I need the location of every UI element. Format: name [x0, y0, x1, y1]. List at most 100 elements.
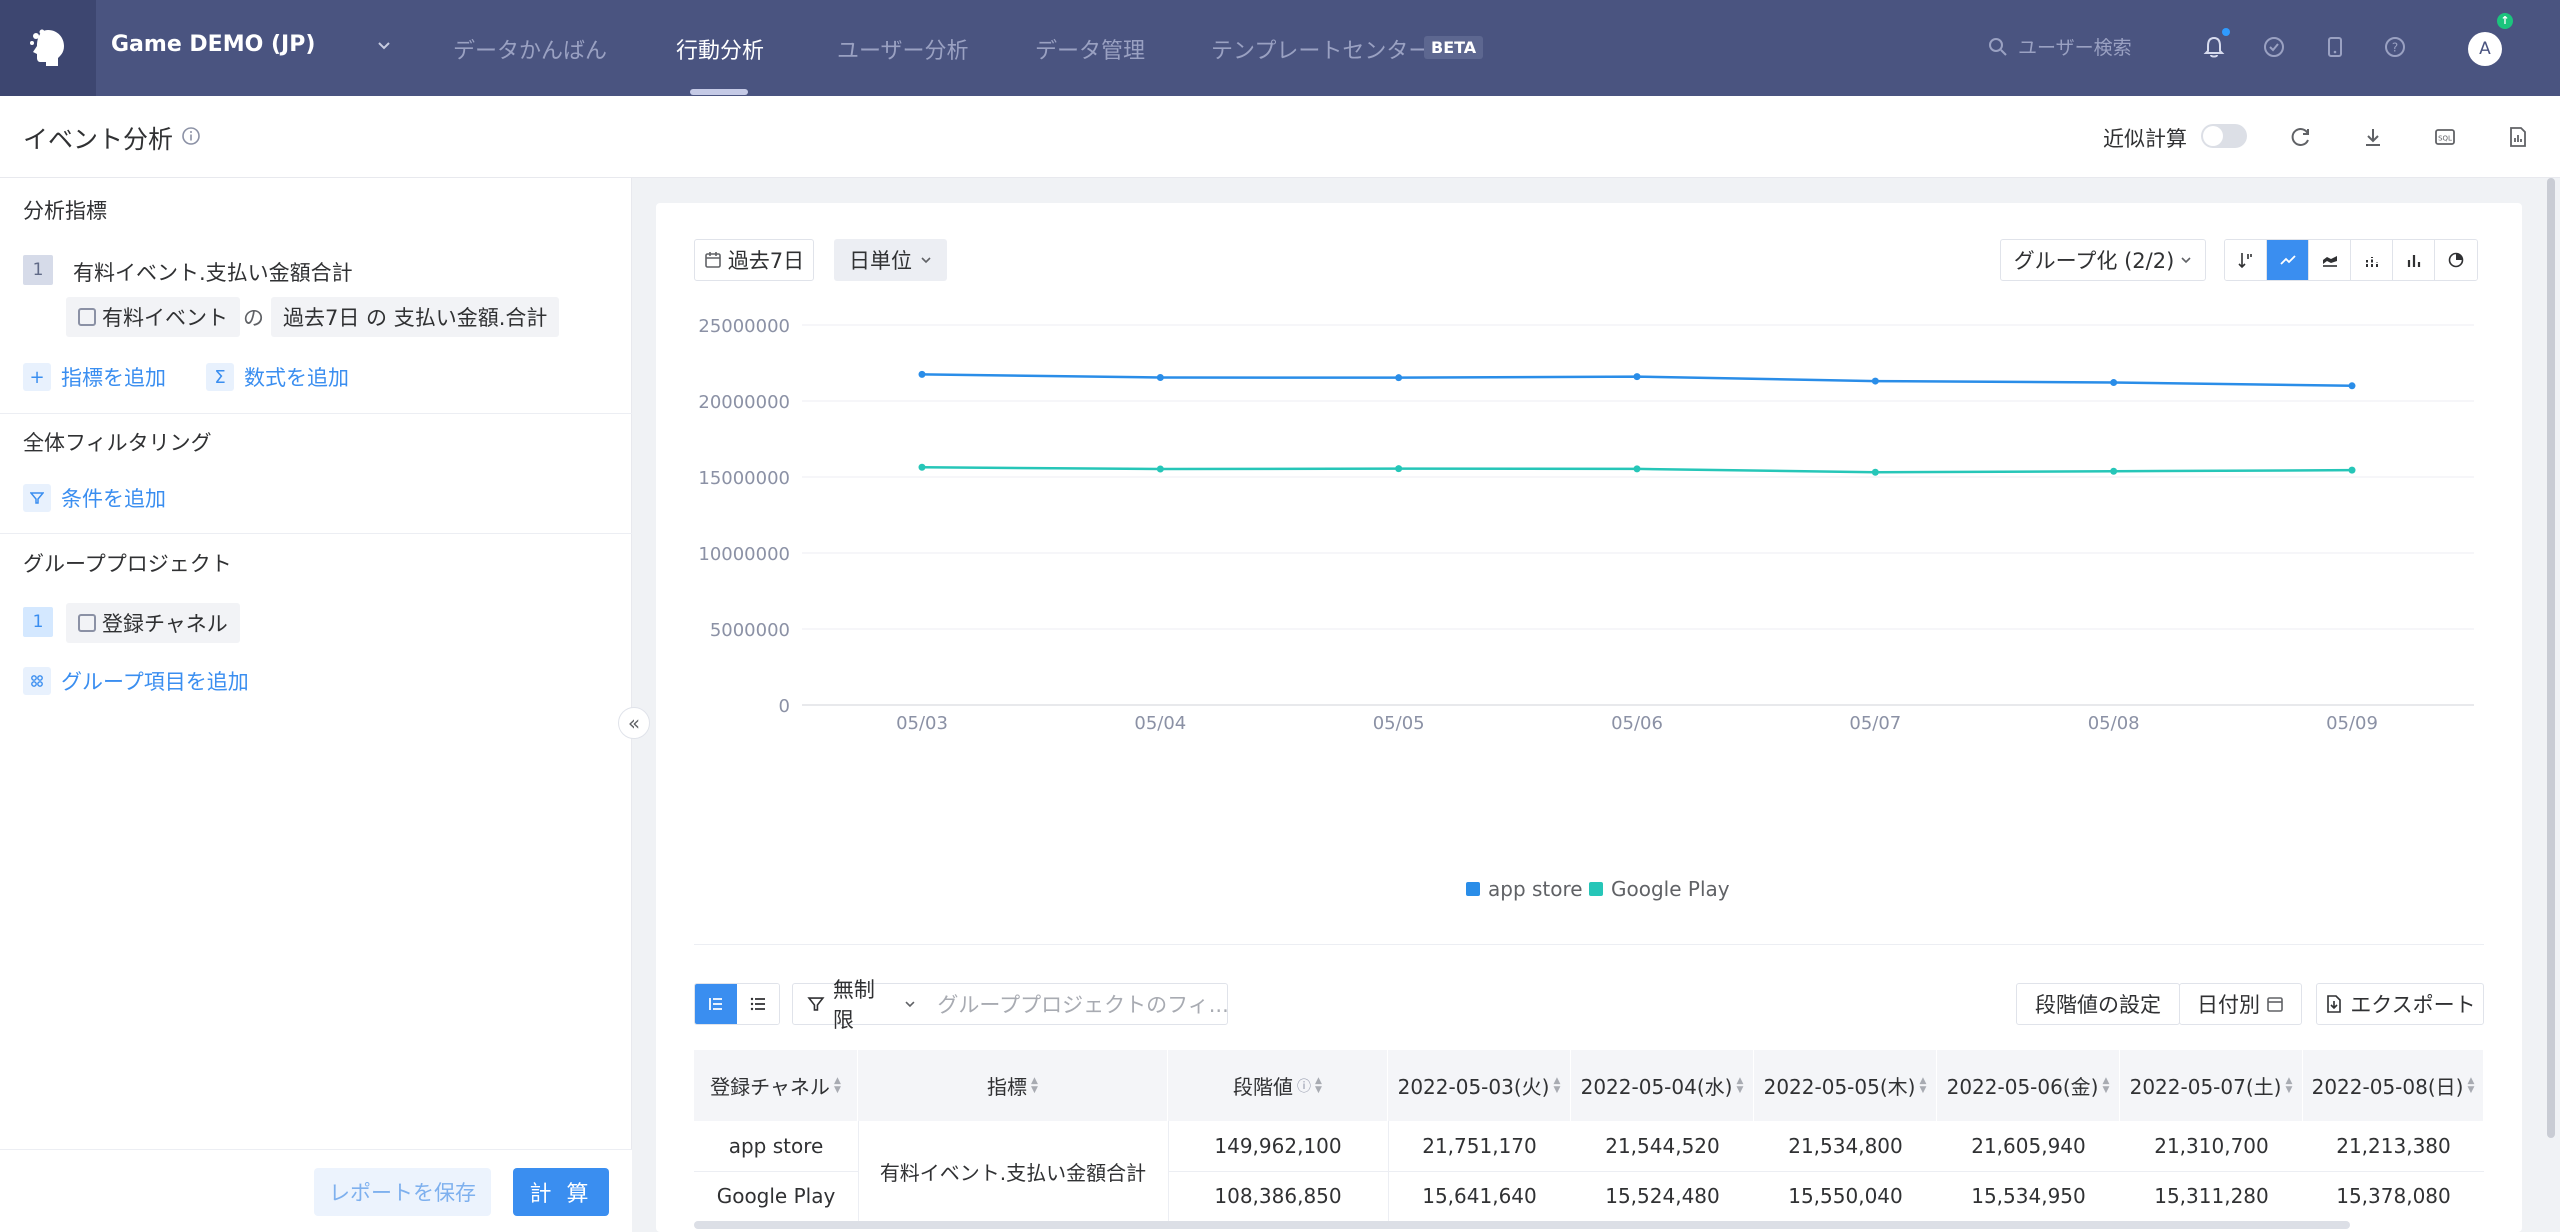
- mobile-icon[interactable]: [2322, 34, 2348, 60]
- column-header-metric[interactable]: 指標 ▲ ▼: [858, 1050, 1168, 1121]
- export-button[interactable]: エクスポート: [2316, 983, 2484, 1025]
- nav-item-behavior-analysis[interactable]: 行動分析: [676, 33, 764, 65]
- add-group-button[interactable]: グループ項目を追加: [23, 666, 249, 696]
- chevron-down-icon[interactable]: [376, 34, 392, 58]
- pie-chart-icon[interactable]: [2435, 240, 2477, 280]
- add-formula-label: 数式を追加: [244, 366, 349, 390]
- search-icon: [1989, 37, 2007, 56]
- page-title: イベント分析: [23, 125, 174, 154]
- y-tick-label: 10000000: [698, 544, 790, 565]
- page-header: イベント分析 近似計算 SQL: [0, 96, 2560, 178]
- data-point: [1156, 465, 1164, 473]
- save-report-button[interactable]: レポートを保存: [314, 1168, 491, 1216]
- group-by-select[interactable]: グループ化 (2/2): [2000, 239, 2206, 281]
- nav-item-data-management[interactable]: データ管理: [1035, 33, 1145, 65]
- app-logo[interactable]: [0, 0, 96, 96]
- event-chip[interactable]: 有料イベント: [66, 297, 240, 337]
- collapse-panel-button[interactable]: «: [618, 707, 650, 739]
- legend-app-store[interactable]: app store: [1466, 877, 1583, 901]
- info-icon[interactable]: [181, 126, 201, 151]
- divider: [694, 944, 2484, 945]
- filter-section-title: 全体フィルタリング: [23, 431, 212, 455]
- export-label: エクスポート: [2350, 993, 2476, 1017]
- group-section-title: グループプロジェクト: [23, 552, 232, 576]
- active-nav-indicator: [690, 89, 748, 95]
- data-point: [2110, 467, 2118, 475]
- horizontal-scrollbar[interactable]: [694, 1221, 2350, 1229]
- help-icon[interactable]: ?: [2382, 34, 2408, 60]
- calculate-button[interactable]: 計 算: [513, 1168, 609, 1216]
- data-point: [1395, 374, 1403, 382]
- metric-name[interactable]: 有料イベント.支払い金額合計: [73, 257, 353, 287]
- nav-item-template-center[interactable]: テンプレートセンター: [1211, 33, 1430, 65]
- project-name[interactable]: Game DEMO (JP): [111, 32, 315, 57]
- add-metric-button[interactable]: + 指標を追加: [23, 362, 166, 392]
- plus-icon: +: [23, 363, 51, 391]
- add-formula-button[interactable]: Σ 数式を追加: [206, 362, 349, 392]
- data-point: [2348, 466, 2356, 474]
- nav-item-dashboard[interactable]: データかんばん: [453, 33, 607, 65]
- group-filter-input[interactable]: グループプロジェクトのフィ...: [937, 989, 1227, 1019]
- column-header-channel[interactable]: 登録チャネル ▲ ▼: [694, 1050, 858, 1121]
- data-point: [2110, 379, 2118, 387]
- date-range-button[interactable]: 過去7日: [694, 239, 814, 281]
- report-icon[interactable]: [2503, 122, 2533, 152]
- chevron-down-icon: [2181, 257, 2191, 264]
- legend-google-play[interactable]: Google Play: [1589, 877, 1730, 901]
- data-point: [1871, 468, 1879, 476]
- refresh-icon[interactable]: [2286, 122, 2316, 152]
- cell-value: 21,751,170: [1422, 1134, 1537, 1158]
- line-chart-icon[interactable]: [2267, 240, 2309, 280]
- group-chip-label: 登録チャネル: [102, 612, 228, 636]
- calendar-icon: [2267, 997, 2283, 1012]
- date-range-label: 過去7日: [727, 249, 805, 273]
- column-header-date[interactable]: 2022-05-08(日) ▲ ▼: [2303, 1050, 2484, 1121]
- bar-chart-icon[interactable]: [2393, 240, 2435, 280]
- list-view-icon[interactable]: [737, 984, 779, 1024]
- download-icon[interactable]: [2358, 122, 2388, 152]
- group-filter[interactable]: 無制限 グループプロジェクトのフィ...: [792, 978, 1228, 1032]
- y-tick-label: 25000000: [698, 316, 790, 337]
- legend-label: Google Play: [1611, 877, 1730, 901]
- column-header-date[interactable]: 2022-05-05(木) ▲ ▼: [1754, 1050, 1937, 1121]
- column-header-date[interactable]: 2022-05-06(金) ▲ ▼: [1937, 1050, 2120, 1121]
- add-condition-button[interactable]: 条件を追加: [23, 483, 166, 513]
- vertical-scrollbar[interactable]: [2547, 178, 2555, 1138]
- nav-item-user-analysis[interactable]: ユーザー分析: [837, 33, 969, 65]
- add-group-label: グループ項目を追加: [61, 670, 249, 694]
- x-tick-label: 05/06: [1611, 713, 1663, 734]
- check-circle-icon[interactable]: [2261, 34, 2287, 60]
- sort-icon[interactable]: [2225, 240, 2267, 280]
- x-tick-label: 05/05: [1373, 713, 1425, 734]
- approx-calc-label: 近似計算: [2103, 127, 2187, 151]
- of-connector: の: [243, 306, 264, 330]
- area-chart-icon[interactable]: [2309, 240, 2351, 280]
- user-search[interactable]: ユーザー検索: [1988, 33, 2132, 60]
- column-header-date[interactable]: 2022-05-03(火) ▲ ▼: [1388, 1050, 1571, 1121]
- avatar[interactable]: A: [2468, 32, 2502, 66]
- merged-view-icon[interactable]: [695, 984, 737, 1024]
- data-point: [918, 370, 926, 378]
- stage-setting-button[interactable]: 段階値の設定: [2016, 983, 2180, 1025]
- property-icon: [78, 614, 96, 632]
- sql-icon[interactable]: SQL: [2430, 122, 2460, 152]
- analysis-card: 過去7日 日単位 グループ化 (2/2) 25000000 20000000 150…: [656, 203, 2522, 1232]
- event-icon: [78, 308, 96, 326]
- granularity-select[interactable]: 日単位: [834, 239, 947, 281]
- column-header-stage[interactable]: 段階値 ⓘ ▲ ▼: [1168, 1050, 1388, 1121]
- column-header-date[interactable]: 2022-05-07(土) ▲ ▼: [2120, 1050, 2303, 1121]
- metric-index-badge: 1: [23, 255, 53, 285]
- stacked-bar-icon[interactable]: [2351, 240, 2393, 280]
- approx-calc-toggle[interactable]: [2201, 124, 2247, 148]
- aggregation-chip[interactable]: 過去7日 の 支払い金額.合計: [271, 297, 560, 337]
- by-date-button[interactable]: 日付別: [2179, 983, 2302, 1025]
- group-chip[interactable]: 登録チャネル: [66, 603, 240, 643]
- column-header-date[interactable]: 2022-05-04(水) ▲ ▼: [1571, 1050, 1754, 1121]
- bell-icon[interactable]: [2201, 34, 2227, 60]
- grid-icon: [23, 667, 51, 695]
- cell-channel: app store: [728, 1134, 824, 1158]
- y-tick-label: 0: [779, 696, 790, 717]
- left-config-panel: 分析指標 1 有料イベント.支払い金額合計 有料イベント の 過去7日 の 支払…: [0, 178, 632, 1232]
- cell-value: 21,310,700: [2154, 1134, 2269, 1158]
- limit-label[interactable]: 無制限: [833, 974, 896, 1034]
